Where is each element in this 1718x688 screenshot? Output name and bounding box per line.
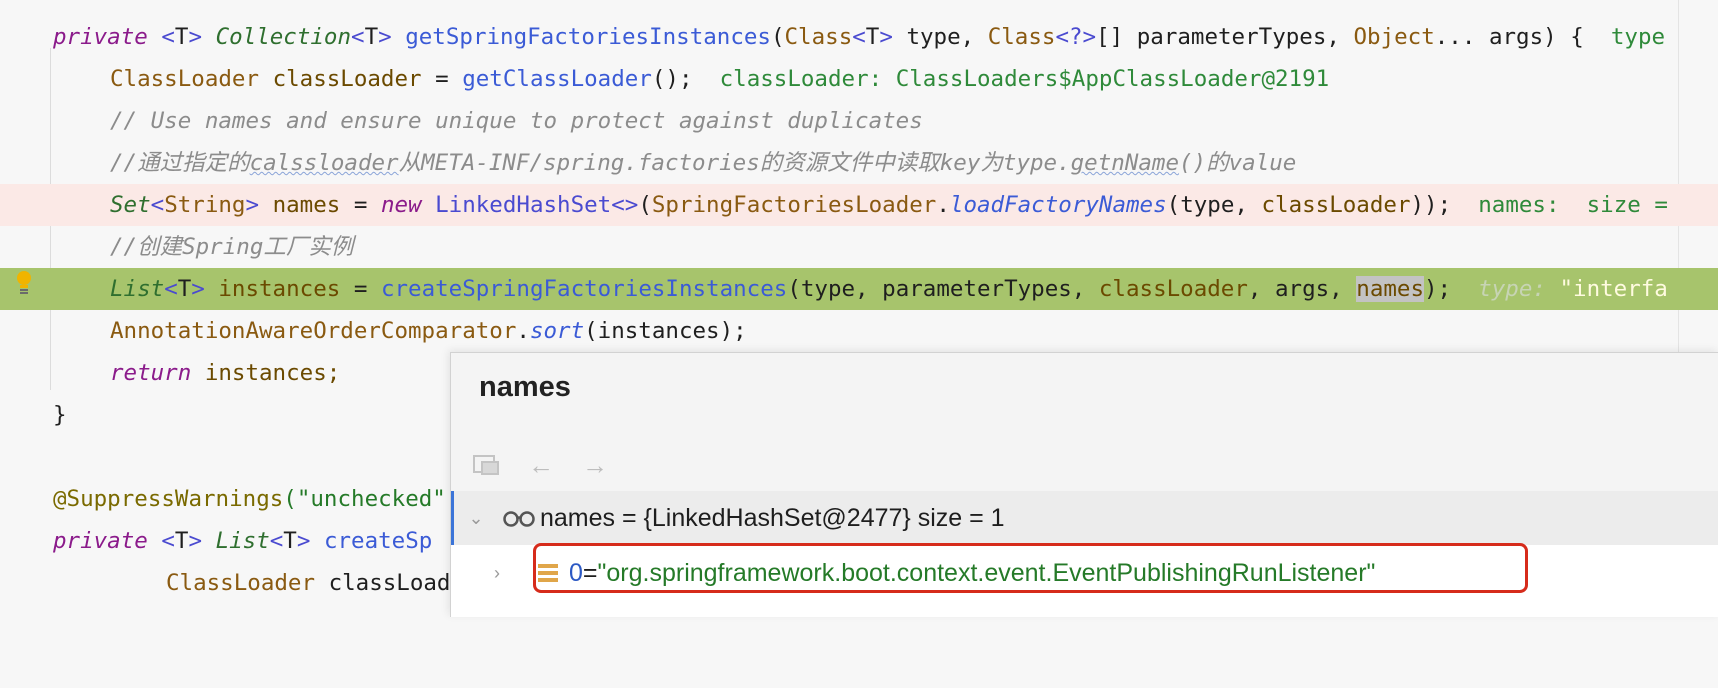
code-line-8[interactable]: AnnotationAwareOrderComparator.sort(inst… — [0, 310, 1718, 352]
lightbulb-icon[interactable] — [14, 270, 34, 296]
tree-row-root[interactable]: ⌄ names = {LinkedHashSet@2477} size = 1 — [451, 491, 1718, 545]
variable-tree[interactable]: ⌄ names = {LinkedHashSet@2477} size = 1 … — [451, 491, 1718, 617]
code-line-5-current[interactable]: Set<String> names = new LinkedHashSet<>(… — [0, 184, 1718, 226]
chevron-down-icon[interactable]: ⌄ — [464, 508, 488, 529]
popup-toolbar: ← → — [465, 445, 617, 485]
inline-debug-value: classLoader: ClassLoaders$AppClassLoader… — [719, 66, 1330, 92]
back-arrow-icon[interactable]: ← — [519, 447, 563, 483]
variable-inspector-popup[interactable]: names ← → ⌄ names = {LinkedHashSet@2477}… — [450, 352, 1718, 617]
watch-glasses-icon — [503, 511, 535, 527]
chevron-right-icon[interactable]: › — [485, 563, 509, 584]
code-line-6[interactable]: //创建Spring工厂实例 — [0, 226, 1718, 268]
inline-hint: type — [1610, 24, 1666, 50]
forward-arrow-icon[interactable]: → — [573, 447, 617, 483]
inline-debug-value: names: size = — [1478, 192, 1668, 218]
code-line-7-execution-point[interactable]: List<T> instances = createSpringFactorie… — [0, 268, 1718, 310]
method-name[interactable]: getSpringFactoriesInstances — [405, 24, 771, 50]
code-line-4[interactable]: //通过指定的calssloader从META-INF/spring.facto… — [0, 142, 1718, 184]
popup-title: names — [479, 371, 571, 403]
code-line-2[interactable]: ClassLoader classLoader = getClassLoader… — [0, 58, 1718, 100]
comment: //通过指定的calssloader从META-INF/spring.facto… — [110, 150, 1297, 176]
selected-identifier[interactable]: names — [1356, 276, 1425, 302]
highlight-box — [533, 543, 1528, 593]
tree-row-item-0[interactable]: › 0 = "org.springframework.boot.context.… — [451, 543, 1718, 600]
folder-copy-icon[interactable] — [465, 447, 509, 483]
root-label: names = {LinkedHashSet@2477} size = 1 — [540, 503, 1005, 532]
code-line-3[interactable]: // Use names and ensure unique to protec… — [0, 100, 1718, 142]
code-line-1[interactable]: private <T> Collection<T> getSpringFacto… — [0, 16, 1718, 58]
comment: // Use names and ensure unique to protec… — [110, 108, 923, 134]
comment: //创建Spring工厂实例 — [110, 234, 354, 260]
